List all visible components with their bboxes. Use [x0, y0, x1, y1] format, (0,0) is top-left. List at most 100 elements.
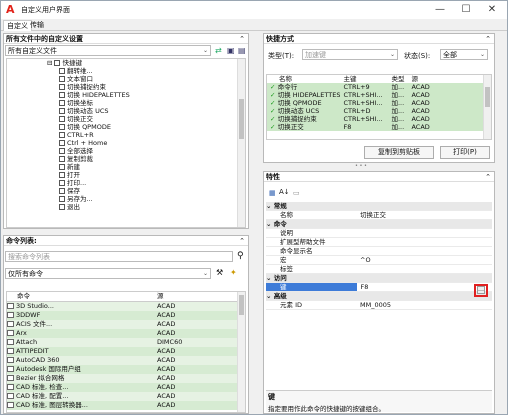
property-category[interactable]: ⌄ 命令 [266, 219, 492, 229]
property-category[interactable]: ⌄ 常规 [266, 202, 492, 211]
command-row[interactable]: Bezier 拟合网格 ACAD [7, 374, 239, 383]
filter-icon[interactable]: ⚒ [216, 268, 223, 277]
command-row[interactable]: 3D Studio... ACAD [7, 301, 239, 311]
command-list[interactable]: 命令 源 3D Studio... ACAD 3DDWF ACAD ACIS 文件...… [6, 291, 246, 413]
splitter-grip[interactable]: • • • [331, 164, 391, 169]
property-row[interactable]: 宏 ^O [266, 255, 492, 265]
collapse-chevron-icon[interactable]: ⌄ [266, 292, 274, 300]
copy-to-clipboard-button[interactable]: 复制到剪贴板 [364, 146, 434, 159]
command-row[interactable]: 3DDWF ACAD [7, 311, 239, 320]
tree-node[interactable]: 文本窗口 [59, 75, 93, 83]
property-row[interactable]: 名称 切换正交 [266, 210, 492, 220]
command-search-input[interactable]: 搜索命令列表 [5, 251, 233, 262]
load-file-icon[interactable]: ⇄ [215, 46, 222, 55]
property-category[interactable]: ⌄ 高级 [266, 291, 492, 301]
shortcut-row[interactable]: ✓ 命令行 CTRL+9 加... ACAD [267, 83, 483, 91]
property-value[interactable]: MM_0005 [356, 300, 492, 310]
shortcuts-list[interactable]: 名称 主键 类型 源 ✓ 命令行 CTRL+9 加... ACAD ✓ 切换 HIDEP… [266, 74, 492, 140]
type-select[interactable]: 加速键 ⌄ [302, 49, 398, 60]
command-row[interactable]: Arx ACAD [7, 329, 239, 338]
scroll-thumb[interactable] [485, 87, 490, 107]
tree-node[interactable]: 切换 QPMODE [59, 123, 111, 131]
save-as-icon[interactable]: ▤ [238, 46, 246, 55]
tree-node[interactable]: 切换 HIDEPALETTES [59, 91, 130, 99]
tree-node[interactable]: 全部选择 [59, 147, 93, 155]
print-button[interactable]: 打印(P) [440, 146, 490, 159]
column-command[interactable]: 命令 [7, 292, 157, 302]
tree-node[interactable]: ⊟ 快捷键 [47, 59, 82, 67]
tree-node[interactable]: 翻转维... [59, 67, 93, 75]
maximize-button[interactable]: ☐ [453, 1, 479, 19]
property-value[interactable] [356, 246, 492, 256]
property-value[interactable]: 切换正交 [356, 210, 492, 220]
property-value[interactable] [356, 228, 492, 238]
command-row[interactable]: AutoCAD 360 ACAD [7, 356, 239, 365]
collapse-chevron-icon[interactable]: ⌄ [266, 202, 274, 210]
new-command-icon[interactable]: ✦ [230, 268, 237, 277]
shortcuts-scrollbar[interactable] [483, 75, 491, 139]
command-row[interactable]: Attach DIMC60 [7, 338, 239, 347]
property-row[interactable]: 说明 [266, 228, 492, 238]
shortcut-row[interactable]: ✓ 切换 HIDEPALETTES CTRL+SHI... 加... ACAD [267, 91, 483, 99]
property-row[interactable]: 标签 [266, 264, 492, 274]
collapse-icon[interactable]: ⌃ [239, 34, 245, 44]
tree-node[interactable]: 打开 [59, 171, 80, 179]
command-row[interactable]: Autodesk 国际用户组 ACAD [7, 365, 239, 374]
property-value[interactable] [356, 237, 492, 247]
command-filter-select[interactable]: 仅所有命令 ⌄ [5, 268, 211, 279]
property-row[interactable]: 元素 ID MM_0005 [266, 300, 492, 310]
tree-node[interactable]: CTRL+R [59, 131, 94, 139]
tree-node[interactable]: 复制剪裁 [59, 155, 93, 163]
scroll-thumb[interactable] [239, 295, 244, 315]
column-name[interactable]: 名称 [267, 75, 340, 83]
tree-node[interactable]: 退出 [59, 203, 80, 211]
property-pages-icon[interactable]: ▭ [293, 189, 300, 197]
tree-scrollbar[interactable] [237, 59, 245, 227]
command-row[interactable]: CAD 标准, 图层转换器... ACAD [7, 401, 239, 410]
command-row[interactable]: CAD 标准, 检查... ACAD [7, 383, 239, 392]
collapse-icon[interactable]: ⌃ [485, 172, 491, 182]
status-select[interactable]: 全部 ⌄ [440, 49, 488, 60]
collapse-icon[interactable]: ⌃ [239, 236, 245, 246]
column-source[interactable]: 源 [157, 292, 239, 302]
tree-node[interactable]: 打印... [59, 179, 86, 187]
collapse-chevron-icon[interactable]: ⌄ [266, 220, 274, 228]
shortcut-row[interactable]: ✓ 切换捕捉约束 CTRL+SHI... 加... ACAD [267, 115, 483, 123]
column-source[interactable]: 源 [408, 75, 483, 83]
tree-node[interactable]: 新建 [59, 163, 80, 171]
tab-transfer[interactable]: 传输 [27, 20, 47, 31]
tree-node[interactable]: Ctrl + Home [59, 139, 107, 147]
tree-node[interactable]: 切换正交 [59, 115, 93, 123]
close-button[interactable]: ✕ [479, 1, 505, 19]
shortcut-row[interactable]: ✓ 切换正交 F8 加... ACAD [267, 123, 483, 131]
save-icon[interactable]: ▣ [227, 46, 235, 55]
column-type[interactable]: 类型 [388, 75, 408, 83]
tree-node[interactable]: 切换坐标 [59, 99, 93, 107]
command-scrollbar[interactable] [237, 292, 245, 412]
customization-file-select[interactable]: 所有自定义文件 ⌄ [5, 45, 211, 56]
command-row[interactable]: ACIS 文件... ACAD [7, 320, 239, 329]
tree-node[interactable]: 另存为... [59, 195, 93, 203]
tree-node[interactable]: 切换捕捉约束 [59, 83, 106, 91]
minimize-button[interactable]: — [427, 1, 453, 19]
column-key[interactable]: 主键 [340, 75, 388, 83]
categorized-icon[interactable]: ▦ [269, 189, 276, 197]
command-row[interactable]: CAD 标准, 配置... ACAD [7, 392, 239, 401]
property-row[interactable]: 键 F8 [266, 282, 492, 292]
shortcut-row[interactable]: ✓ 切换动态 UCS CTRL+D 加... ACAD [267, 107, 483, 115]
ellipsis-button[interactable]: … [477, 286, 485, 294]
sort-alphabetical-icon[interactable]: A↓ [279, 188, 290, 196]
shortcut-row[interactable]: ✓ 切换 QPMODE CTRL+SHI... 加... ACAD [267, 99, 483, 107]
property-value[interactable] [356, 264, 492, 274]
collapse-chevron-icon[interactable]: ⌄ [266, 274, 274, 282]
property-row[interactable]: 扩展型帮助文件 [266, 237, 492, 247]
search-icon[interactable]: ⚲ [237, 251, 244, 261]
collapse-icon[interactable]: ⌃ [485, 34, 491, 44]
expand-icon[interactable]: ⊟ [47, 59, 52, 67]
customization-tree[interactable]: ⊟ 快捷键 翻转维... 文本窗口 切换捕捉约束 切换 HIDEPALETTES 切换坐标切… [6, 58, 246, 228]
property-row[interactable]: 命令显示名 [266, 246, 492, 256]
property-category[interactable]: ⌄ 访问 [266, 273, 492, 283]
command-row[interactable]: ATTIPEDIT ACAD [7, 347, 239, 356]
property-value[interactable]: F8 [355, 282, 492, 292]
tree-node[interactable]: 切换动态 UCS [59, 107, 109, 115]
